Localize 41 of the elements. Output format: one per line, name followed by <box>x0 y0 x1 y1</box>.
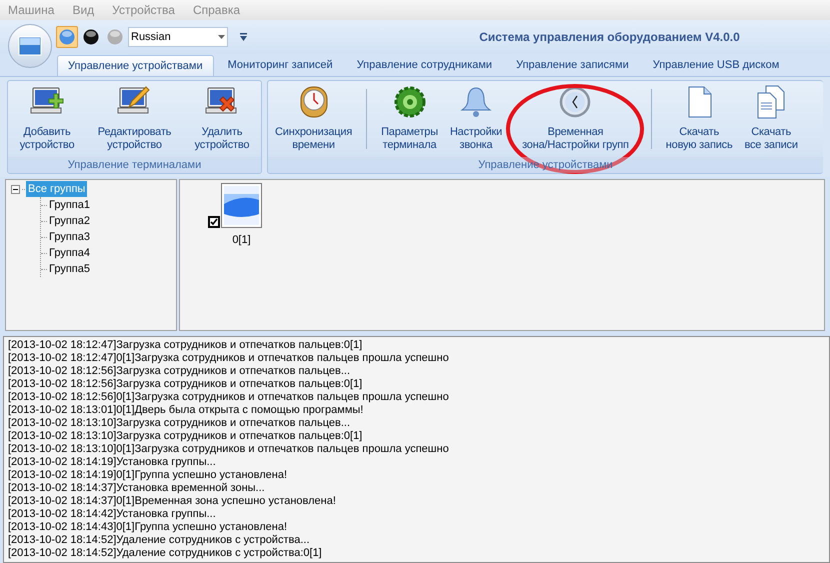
log-line: [2013-10-02 18:12:56]0[1]Загрузка сотрудников и отпечатков пальцев прошла успешно <box>8 391 450 404</box>
tree-item[interactable]: Группа4 <box>48 244 91 262</box>
tab[interactable]: Управление записями <box>506 55 639 76</box>
log-line: [2013-10-02 18:14:52]Удаление сотрудников с устройства:0[1] <box>8 547 323 560</box>
ribbon-group-label: Управление терминалами <box>8 157 261 173</box>
log-line: [2013-10-02 18:13:10]0[1]Загрузка сотрудников и отпечатков пальцев прошла успешно <box>8 443 450 456</box>
language-dropdown[interactable]: Russian <box>128 27 228 47</box>
tab[interactable]: Мониторинг записей <box>218 55 343 76</box>
log-line: [2013-10-02 18:14:43]0[1]Группа успешно установлена! <box>8 521 288 534</box>
ribbon-button[interactable]: Скачать все записи <box>743 85 799 152</box>
ribbon-button[interactable]: Синхронизация времени <box>274 85 354 152</box>
device-label: 0[1] <box>232 233 251 248</box>
tab[interactable]: Управление устройствами <box>57 55 214 76</box>
tree-item[interactable]: Группа1 <box>48 196 91 214</box>
ribbon-button[interactable]: Редактировать устройство <box>96 85 172 152</box>
ribbon-button[interactable]: Настройки звонка <box>448 85 504 152</box>
log-line: [2013-10-02 18:12:56]Загрузка сотрудников и отпечатков пальцев:0[1] <box>8 378 364 391</box>
ribbon-button[interactable]: Удалить устройство <box>194 85 250 152</box>
log-line: [2013-10-02 18:14:37]Установка временной зоны... <box>8 482 266 495</box>
window-title: Система управления оборудованием V4.0.0 <box>479 29 740 46</box>
ribbon-button[interactable]: Скачать новую запись <box>664 85 734 152</box>
ribbon-button[interactable]: Добавить устройство <box>18 85 76 152</box>
log-line: [2013-10-02 18:13:10]Загрузка сотрудников и отпечатков пальцев:0[1] <box>8 430 364 443</box>
log-line: [2013-10-02 18:14:42]Установка группы... <box>8 508 217 521</box>
tree-item[interactable]: Группа5 <box>48 260 91 278</box>
log-line: [2013-10-02 18:13:10]Загрузка сотрудников и отпечатков пальцев... <box>8 417 352 430</box>
log-line: [2013-10-02 18:14:37]0[1]Временная зона успешно установлена! <box>8 495 337 508</box>
log-line: [2013-10-02 18:12:47]Загрузка сотрудников и отпечатков пальцев:0[1] <box>8 339 364 352</box>
dropdown-value: Russian <box>131 30 171 45</box>
log-line: [2013-10-02 18:13:01]0[1]Дверь была открыта с помощью программы! <box>8 404 364 417</box>
tree-item[interactable]: Группа2 <box>48 212 91 230</box>
tab[interactable]: Управление USB диском <box>642 55 790 76</box>
ribbon-button[interactable]: Временная зона/Настройки групп <box>521 85 630 152</box>
log-line: [2013-10-02 18:14:19]0[1]Группа успешно установлена! <box>8 469 288 482</box>
ribbon-button[interactable]: Параметры терминала <box>380 85 439 152</box>
log-line: [2013-10-02 18:12:56]Загрузка сотрудников и отпечатков пальцев... <box>8 365 352 378</box>
tab[interactable]: Управление сотрудниками <box>346 55 502 76</box>
log-line: [2013-10-02 18:14:19]Установка группы... <box>8 456 217 469</box>
log-line: [2013-10-02 18:14:52]Удаление сотрудников с устройства... <box>8 534 311 547</box>
tree-item[interactable]: Группа3 <box>48 228 91 246</box>
log-line: [2013-10-02 18:12:47]0[1]Загрузка сотрудников и отпечатков пальцев прошла успешно <box>8 352 450 365</box>
